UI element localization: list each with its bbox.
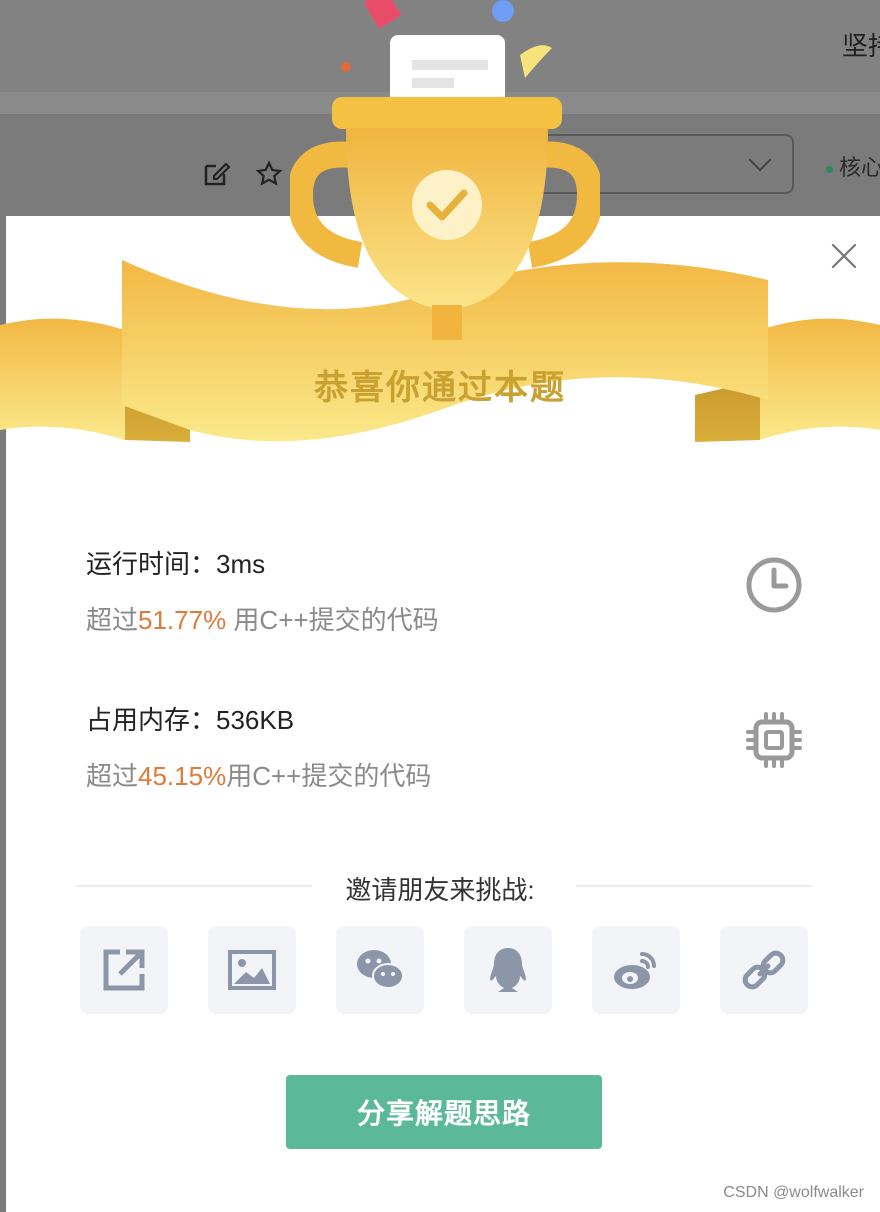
- edit-icon[interactable]: [202, 160, 230, 188]
- runtime-percent: 51.77%: [138, 605, 227, 635]
- share-solution-button[interactable]: 分享解题思路: [286, 1075, 602, 1149]
- qq-icon: [490, 948, 526, 992]
- link-icon: [742, 950, 786, 990]
- memory-percent: 45.15%: [138, 761, 227, 791]
- share-qq-button[interactable]: [464, 926, 552, 1014]
- chip-icon: [746, 712, 802, 768]
- runtime-label: 运行时间：3ms: [86, 549, 266, 579]
- core-tag: 核心: [826, 150, 880, 182]
- weibo-icon: [614, 952, 656, 989]
- share-image-button[interactable]: [208, 926, 296, 1014]
- memory-label: 占用内存：536KB: [86, 705, 295, 735]
- share-wechat-button[interactable]: [336, 926, 424, 1014]
- invite-title: 邀请朋友来挑战:: [345, 875, 535, 905]
- share-options: [80, 926, 810, 1016]
- runtime-value: 3ms: [216, 549, 266, 579]
- close-icon[interactable]: [828, 240, 860, 272]
- wechat-icon: [357, 950, 404, 989]
- external-link-icon: [103, 949, 145, 991]
- star-icon[interactable]: [255, 160, 283, 188]
- copy-link-button[interactable]: [720, 926, 808, 1014]
- runtime-comparison: 超过51.77% 用C++提交的代码: [86, 605, 439, 635]
- share-link-button[interactable]: [80, 926, 168, 1014]
- memory-comparison: 超过45.15%用C++提交的代码: [86, 761, 432, 791]
- clock-icon: [746, 557, 802, 613]
- image-icon: [228, 950, 276, 990]
- share-weibo-button[interactable]: [592, 926, 680, 1014]
- memory-value: 536KB: [216, 705, 295, 735]
- watermark: CSDN @wolfwalker: [723, 1184, 864, 1201]
- banner-title: 恭喜你通过本题: [314, 369, 566, 407]
- confetti-decoration: [341, 0, 552, 78]
